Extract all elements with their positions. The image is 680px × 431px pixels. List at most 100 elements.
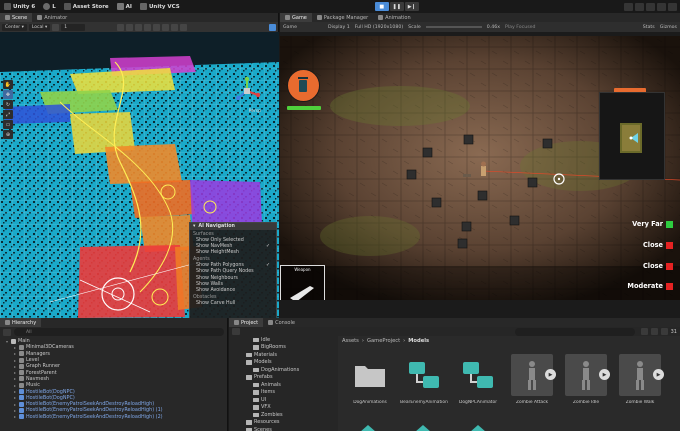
rotate-tool[interactable]: ↻ — [3, 100, 13, 109]
grid-snap-icon[interactable] — [52, 23, 60, 31]
hierarchy-row[interactable]: ▸ HostileBot(EnemyPatrolSeekAndDestroyRel… — [0, 414, 227, 420]
breadcrumb-models[interactable]: Models — [408, 338, 429, 344]
overlay-menu-icon[interactable] — [269, 23, 276, 31]
unity-menu-button[interactable]: Unity 6 — [0, 0, 39, 13]
account-button[interactable]: L — [39, 0, 60, 13]
obstacles-header: Obstacles — [193, 295, 217, 300]
camera-icon[interactable] — [171, 23, 179, 31]
effects-icon[interactable] — [153, 23, 161, 31]
tab-hierarchy[interactable]: Hierarchy — [0, 318, 42, 327]
tab-package-manager[interactable]: Package Manager — [312, 13, 373, 22]
space-dropdown[interactable]: Local ▾ — [28, 23, 51, 31]
folder-tree-label: Zombies — [261, 411, 283, 418]
2d-toggle-icon[interactable] — [126, 23, 134, 31]
orientation-gizmo[interactable] — [233, 76, 261, 106]
prefab-icon — [19, 407, 24, 413]
weapon-slot[interactable]: Weapon 20 — [280, 265, 325, 300]
obstacle-option-toggle[interactable]: Show Carve Hull — [190, 301, 276, 307]
transform-tool[interactable]: ⊕ — [3, 130, 13, 139]
add-object-button[interactable] — [3, 328, 11, 336]
tab-scene[interactable]: Scene — [0, 13, 33, 22]
folder-tree-item[interactable]: Models — [229, 359, 336, 367]
folder-tree-item[interactable]: Resources — [229, 419, 336, 427]
folder-tree-item[interactable]: UI — [229, 396, 336, 404]
gizmos-button[interactable]: Gizmos — [660, 25, 677, 30]
hierarchy-row-label: Level — [26, 357, 39, 364]
folder-tree-item[interactable]: Prefabs — [229, 374, 336, 382]
asset-label: DogNPCAnimator — [458, 400, 498, 405]
move-tool[interactable]: ✥ — [3, 90, 13, 99]
breadcrumb-assets[interactable]: Assets — [342, 338, 359, 344]
preview-play-button[interactable]: ▶ — [599, 369, 610, 380]
nav-overlay-header[interactable]: ▾ AI Navigation — [190, 223, 276, 230]
search-icon[interactable] — [635, 2, 644, 11]
folder-tree-item[interactable]: DogAnimations — [229, 366, 336, 374]
tab-console[interactable]: Console — [263, 318, 300, 327]
scale-value: 0.46x — [486, 24, 500, 30]
scale-slider[interactable] — [425, 26, 482, 28]
hierarchy-row-label: Navmesh — [26, 375, 49, 382]
folder-tree-item[interactable]: BigRooms — [229, 344, 336, 352]
folder-tree-item[interactable]: VFX — [229, 404, 336, 412]
tab-project[interactable]: Project — [229, 318, 264, 327]
display-dropdown[interactable]: Display 1 — [328, 25, 350, 30]
folder-tree-item[interactable]: Zombies — [229, 411, 336, 419]
hidden-objects-icon[interactable] — [162, 23, 170, 31]
stats-button[interactable]: Stats — [643, 25, 655, 30]
folder-tree-item[interactable]: Materials — [229, 351, 336, 359]
folder-tree-item[interactable]: Items — [229, 389, 336, 397]
asset-store-button[interactable]: Asset Store — [60, 0, 113, 13]
asset-item[interactable]: DogNPCAnimator — [454, 352, 502, 416]
play-button[interactable]: ■ — [374, 2, 389, 11]
label-icon[interactable] — [650, 328, 658, 335]
asset-item[interactable]: ▶ Zombie Walk — [616, 352, 664, 416]
asset-item[interactable]: BearEnemyAnimation — [400, 352, 448, 416]
rect-tool[interactable]: ▭ — [3, 120, 13, 129]
scale-tool[interactable]: ⤢ — [3, 110, 13, 119]
preview-play-button[interactable]: ▶ — [545, 369, 556, 380]
project-search-input[interactable] — [514, 327, 635, 336]
settings-icon[interactable] — [668, 2, 677, 11]
layers-icon[interactable] — [646, 2, 655, 11]
step-button[interactable]: ▶❙ — [404, 2, 419, 11]
trash-bin-icon — [298, 77, 308, 92]
lighting-icon[interactable] — [135, 23, 143, 31]
asset-item[interactable]: DogAnimations — [346, 352, 394, 416]
folder-tree-item[interactable]: Animals — [229, 381, 336, 389]
asset-label: Zombie Idle — [572, 400, 600, 405]
folder-tree-item[interactable]: Scenes — [229, 426, 336, 431]
resolution-dropdown[interactable]: Full HD (1920x1080) — [355, 25, 403, 30]
game-mode-dropdown[interactable]: Game — [283, 25, 297, 30]
pivot-dropdown[interactable]: Center ▾ — [2, 23, 27, 31]
asset-label: Zombie Attack — [515, 400, 549, 405]
preview-play-button[interactable]: ▶ — [653, 369, 664, 380]
filter-icon[interactable] — [640, 328, 648, 335]
persp-label[interactable]: Persp — [249, 109, 261, 114]
folder-tree-item[interactable]: Idle — [229, 336, 336, 344]
tab-animation[interactable]: Animation — [373, 13, 416, 22]
scene-viewport[interactable]: ✋ ✥ ↻ ⤢ ▭ ⊕ Persp ▾ AI Navigation Surfac… — [0, 32, 279, 318]
snap-value-field[interactable]: 1 — [61, 23, 86, 31]
breadcrumb-gameproject[interactable]: GameProject — [367, 338, 400, 344]
play-focused-dropdown[interactable]: Play Focused — [505, 25, 536, 30]
ai-button[interactable]: AI — [113, 0, 136, 13]
render-mode-icon[interactable] — [117, 23, 125, 31]
create-asset-button[interactable] — [232, 328, 240, 335]
gameobject-icon — [19, 370, 24, 376]
favorite-icon[interactable] — [660, 328, 668, 335]
folder-icon — [246, 352, 252, 357]
game-viewport[interactable]: Weapon 20 Very Far Close Close Moderate — [280, 36, 680, 300]
tab-animator[interactable]: Animator — [32, 13, 72, 22]
asset-item[interactable]: ▶ Zombie Attack — [508, 352, 556, 416]
hierarchy-search-input[interactable]: All — [14, 328, 224, 336]
asset-item[interactable]: ▶ Zombie Idle — [562, 352, 610, 416]
gizmos-icon[interactable] — [180, 23, 188, 31]
audio-icon[interactable] — [144, 23, 152, 31]
vcs-button[interactable]: Unity VCS — [136, 0, 184, 13]
breadcrumb-separator-icon: › — [403, 338, 406, 344]
undo-history-icon[interactable] — [624, 2, 633, 11]
layout-icon[interactable] — [657, 2, 666, 11]
tab-game[interactable]: Game — [280, 13, 312, 22]
pause-button[interactable]: ❚❚ — [389, 2, 404, 11]
hand-tool[interactable]: ✋ — [3, 80, 13, 89]
